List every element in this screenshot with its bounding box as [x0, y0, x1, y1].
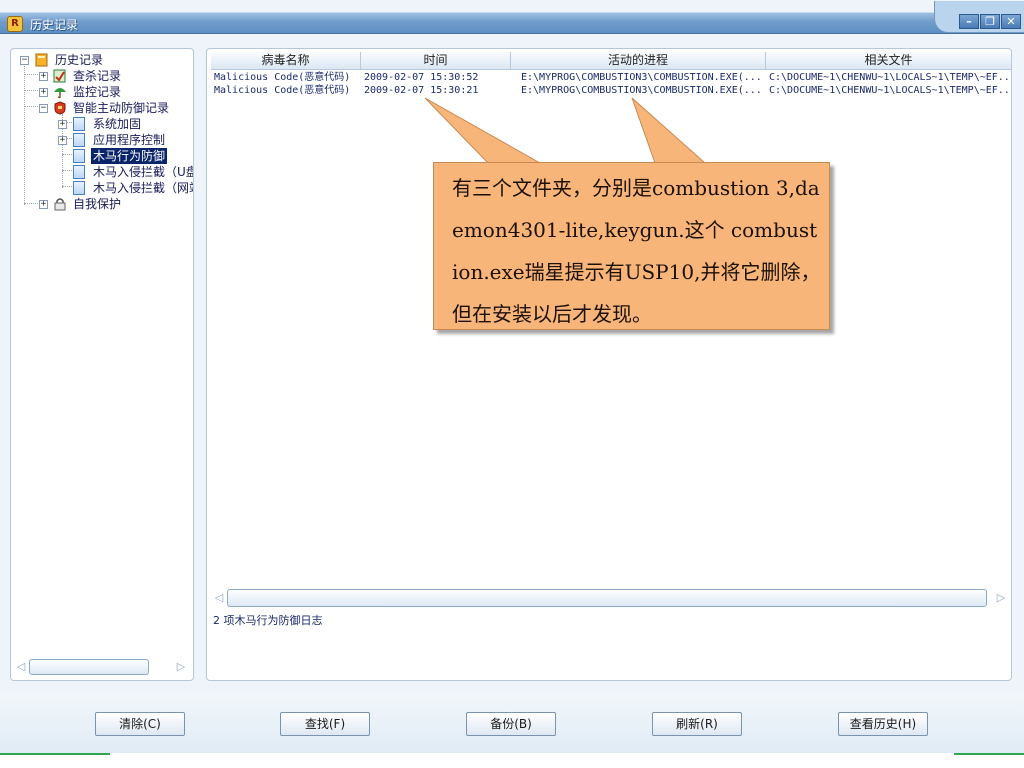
tree-label-selected: 木马行为防御 — [91, 148, 168, 164]
cell-time: 2009-02-07 15:30:52 — [364, 72, 479, 83]
tree-item-trojan-behavior[interactable]: 木马行为防御 — [11, 148, 193, 164]
tree-item-web-intercept[interactable]: 木马入侵拦截（网站 — [11, 180, 193, 196]
cell-process: E:\MYPROG\COMBUSTION3\COMBUSTION.EXE(... — [521, 85, 762, 96]
expand-icon[interactable]: + — [39, 72, 48, 81]
column-header-process[interactable]: 活动的进程 — [511, 52, 766, 70]
scroll-right-arrow-icon[interactable]: ▷ — [995, 591, 1007, 605]
collapse-icon[interactable]: − — [20, 56, 29, 65]
tree-label: 查杀记录 — [73, 69, 122, 83]
app-logo-icon: R — [7, 16, 23, 32]
scan-log-icon — [53, 69, 67, 83]
column-header-related-file[interactable]: 相关文件 — [766, 52, 1011, 70]
scroll-thumb[interactable] — [227, 589, 987, 607]
cell-time: 2009-02-07 15:30:21 — [364, 85, 479, 96]
tree-item-monitor-log[interactable]: + 监控记录 — [11, 84, 193, 100]
history-window: R 历史记录 – ❐ ✕ − 历史记录 + 查杀记录 + 监控记录 − 智能主动… — [0, 0, 1024, 768]
bottom-button-bar: 清除(C) 查找(F) 备份(B) 刷新(R) 查看历史(H) — [0, 693, 1024, 753]
list-horizontal-scrollbar[interactable]: ◁ ▷ — [213, 588, 1007, 608]
cell-related-file: C:\DOCUME~1\CHENWU~1\LOCALS~1\TEMP\~EF..… — [769, 85, 1009, 96]
bottom-strip — [0, 753, 1024, 768]
cell-process: E:\MYPROG\COMBUSTION3\COMBUSTION.EXE(... — [521, 72, 762, 83]
window-title: 历史记录 — [30, 18, 79, 32]
callout-text: 有三个文件夹，分别是combustion 3,daemon4301-lite,k… — [452, 176, 821, 326]
document-icon — [73, 149, 85, 163]
find-button[interactable]: 查找(F) — [280, 712, 370, 736]
cell-virus-name: Malicious Code(恶意代码) — [214, 72, 351, 83]
tree-label: 监控记录 — [73, 85, 122, 99]
scroll-right-arrow-icon[interactable]: ▷ — [175, 660, 187, 674]
tree-label: 木马入侵拦截（网站 — [93, 181, 193, 195]
log-list-pane[interactable]: 病毒名称 时间 活动的进程 相关文件 Malicious Code(恶意代码) … — [206, 48, 1012, 681]
document-icon — [73, 165, 85, 179]
cell-related-file: C:\DOCUME~1\CHENWU~1\LOCALS~1\TEMP\~EF..… — [769, 72, 1009, 83]
window-controls: – ❐ ✕ — [934, 1, 1024, 33]
history-tree-pane[interactable]: − 历史记录 + 查杀记录 + 监控记录 − 智能主动防御记录 + 系统加固 +… — [10, 48, 194, 681]
document-icon — [73, 133, 85, 147]
title-bar[interactable]: R 历史记录 – ❐ ✕ — [0, 1, 1024, 34]
scroll-left-arrow-icon[interactable]: ◁ — [213, 591, 225, 605]
lock-icon — [53, 197, 67, 211]
table-row[interactable]: Malicious Code(恶意代码) 2009-02-07 15:30:21… — [211, 84, 1011, 97]
tree-item-usb-intercept[interactable]: 木马入侵拦截（U盘 — [11, 164, 193, 180]
scroll-left-arrow-icon[interactable]: ◁ — [15, 660, 27, 674]
table-row[interactable]: Malicious Code(恶意代码) 2009-02-07 15:30:52… — [211, 71, 1011, 84]
tree-item-app-control[interactable]: + 应用程序控制 — [11, 132, 193, 148]
refresh-button[interactable]: 刷新(R) — [652, 712, 742, 736]
umbrella-icon — [53, 85, 67, 99]
document-icon — [73, 117, 85, 131]
shield-icon — [53, 101, 67, 115]
progress-accent — [0, 753, 110, 755]
tree-label: 自我保护 — [73, 197, 122, 211]
tree-item-system-hardening[interactable]: + 系统加固 — [11, 116, 193, 132]
annotation-callout: 有三个文件夹，分别是combustion 3,daemon4301-lite,k… — [433, 162, 830, 330]
tree-label: 应用程序控制 — [93, 133, 166, 147]
tree-label: 木马入侵拦截（U盘 — [93, 165, 193, 179]
tree-label: 智能主动防御记录 — [73, 101, 170, 115]
backup-button[interactable]: 备份(B) — [466, 712, 556, 736]
cell-virus-name: Malicious Code(恶意代码) — [214, 85, 351, 96]
restore-button[interactable]: ❐ — [980, 14, 1000, 29]
history-book-icon — [35, 53, 49, 67]
expand-icon[interactable]: + — [58, 120, 67, 129]
tree-label-root: 历史记录 — [55, 53, 104, 67]
tree-horizontal-scrollbar[interactable]: ◁ ▷ — [15, 658, 189, 676]
tree-label: 系统加固 — [93, 117, 142, 131]
expand-icon[interactable]: + — [39, 88, 48, 97]
tree-item-self-protect[interactable]: + 自我保护 — [11, 196, 193, 212]
minimize-button[interactable]: – — [959, 14, 979, 29]
clear-button[interactable]: 清除(C) — [95, 712, 185, 736]
tree-item-active-defense-log[interactable]: − 智能主动防御记录 — [11, 100, 193, 116]
progress-accent — [954, 753, 1024, 755]
document-icon — [73, 181, 85, 195]
status-text: 2 项木马行为防御日志 — [213, 614, 323, 627]
tree-item-scan-log[interactable]: + 查杀记录 — [11, 68, 193, 84]
close-button[interactable]: ✕ — [1001, 14, 1021, 29]
view-history-button[interactable]: 查看历史(H) — [838, 712, 928, 736]
scroll-thumb[interactable] — [29, 659, 149, 675]
expand-icon[interactable]: + — [39, 200, 48, 209]
column-header-time[interactable]: 时间 — [361, 52, 511, 70]
collapse-icon[interactable]: − — [39, 104, 48, 113]
expand-icon[interactable]: + — [58, 136, 67, 145]
tree-item-root[interactable]: − 历史记录 — [11, 52, 193, 68]
column-header-virus-name[interactable]: 病毒名称 — [211, 52, 361, 70]
list-header: 病毒名称 时间 活动的进程 相关文件 — [211, 52, 1011, 70]
